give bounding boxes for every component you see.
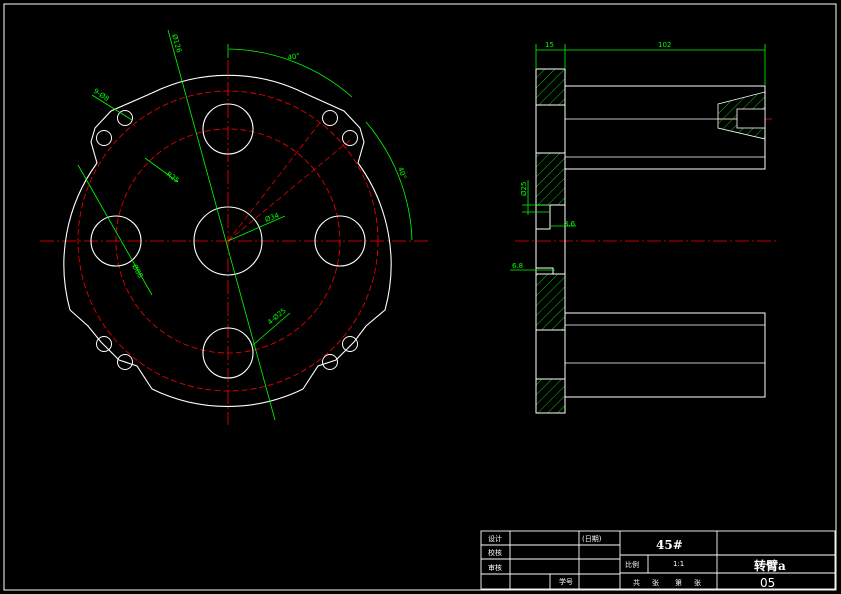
dim-text-thickness: 15 xyxy=(545,41,554,49)
tb-sheet-unit2: 张 xyxy=(694,578,701,587)
ear-hole xyxy=(342,336,358,352)
hatch-section-2 xyxy=(535,152,566,206)
tb-scale-value: 1:1 xyxy=(673,560,684,568)
tb-checker-label: 校核 xyxy=(488,548,502,557)
hatch-section-4 xyxy=(535,378,566,414)
drawing-frame xyxy=(3,3,837,591)
dim-text-angle-top: 40° xyxy=(287,52,301,62)
angle-arc-right xyxy=(365,121,413,241)
groove-notch xyxy=(536,267,554,274)
tb-sheet-no: 第 xyxy=(675,578,682,587)
dim-text-slot-depth: 3.6 xyxy=(564,220,576,228)
front-dim-texts: Ø126 9-Ø8 R25 4-Ø25 40° 40° Ø34 Ø88 xyxy=(92,33,408,326)
tb-drawing-no: 05 xyxy=(760,576,775,590)
angle-line-2 xyxy=(227,139,351,242)
tb-scale-label: 比例 xyxy=(625,560,639,569)
ear-hole xyxy=(96,130,112,146)
title-block-texts: 设计 (日期) 校核 审核 学号 45# 比例 1:1 共 张 第 张 转臂a … xyxy=(488,534,786,590)
ear-hole xyxy=(96,336,112,352)
tb-part-name: 转臂a xyxy=(754,558,786,573)
lower-arm xyxy=(564,312,766,398)
dim-text-angle-right: 40° xyxy=(396,166,408,180)
side-view xyxy=(515,68,776,414)
ear-hole xyxy=(322,110,338,126)
tb-sheet-total: 共 xyxy=(633,578,640,587)
hatch-section-3 xyxy=(535,273,566,331)
dim-line-holes xyxy=(91,94,133,121)
dim-text-groove: 6.8 xyxy=(512,262,523,270)
tb-material: 45# xyxy=(656,538,683,552)
cad-drawing: Ø126 9-Ø8 R25 4-Ø25 40° 40° Ø34 Ø88 15 1… xyxy=(3,3,837,591)
slot-notch xyxy=(536,204,551,230)
dim-text-holes-bottom: 4-Ø25 xyxy=(266,307,288,327)
tb-student-no-label: 学号 xyxy=(559,577,573,586)
tb-sheet-unit: 张 xyxy=(652,578,659,587)
dim-line-diameter xyxy=(167,29,276,421)
tb-designer-label: 设计 xyxy=(488,534,502,543)
dim-text-radius: R25 xyxy=(165,170,181,185)
front-view xyxy=(40,60,428,425)
threaded-hole xyxy=(736,108,766,129)
front-dimensions xyxy=(77,29,413,421)
ear-hole xyxy=(342,130,358,146)
dim-text-length: 102 xyxy=(658,41,671,49)
dim-text-slot-height: Ø25 xyxy=(520,182,528,196)
dim-text-pitch-circle: Ø88 xyxy=(130,263,144,279)
tb-date-label: (日期) xyxy=(582,535,602,543)
tb-reviewer-label: 审核 xyxy=(488,563,502,572)
hatch-section-1 xyxy=(535,68,566,106)
angle-line-1 xyxy=(227,119,323,242)
